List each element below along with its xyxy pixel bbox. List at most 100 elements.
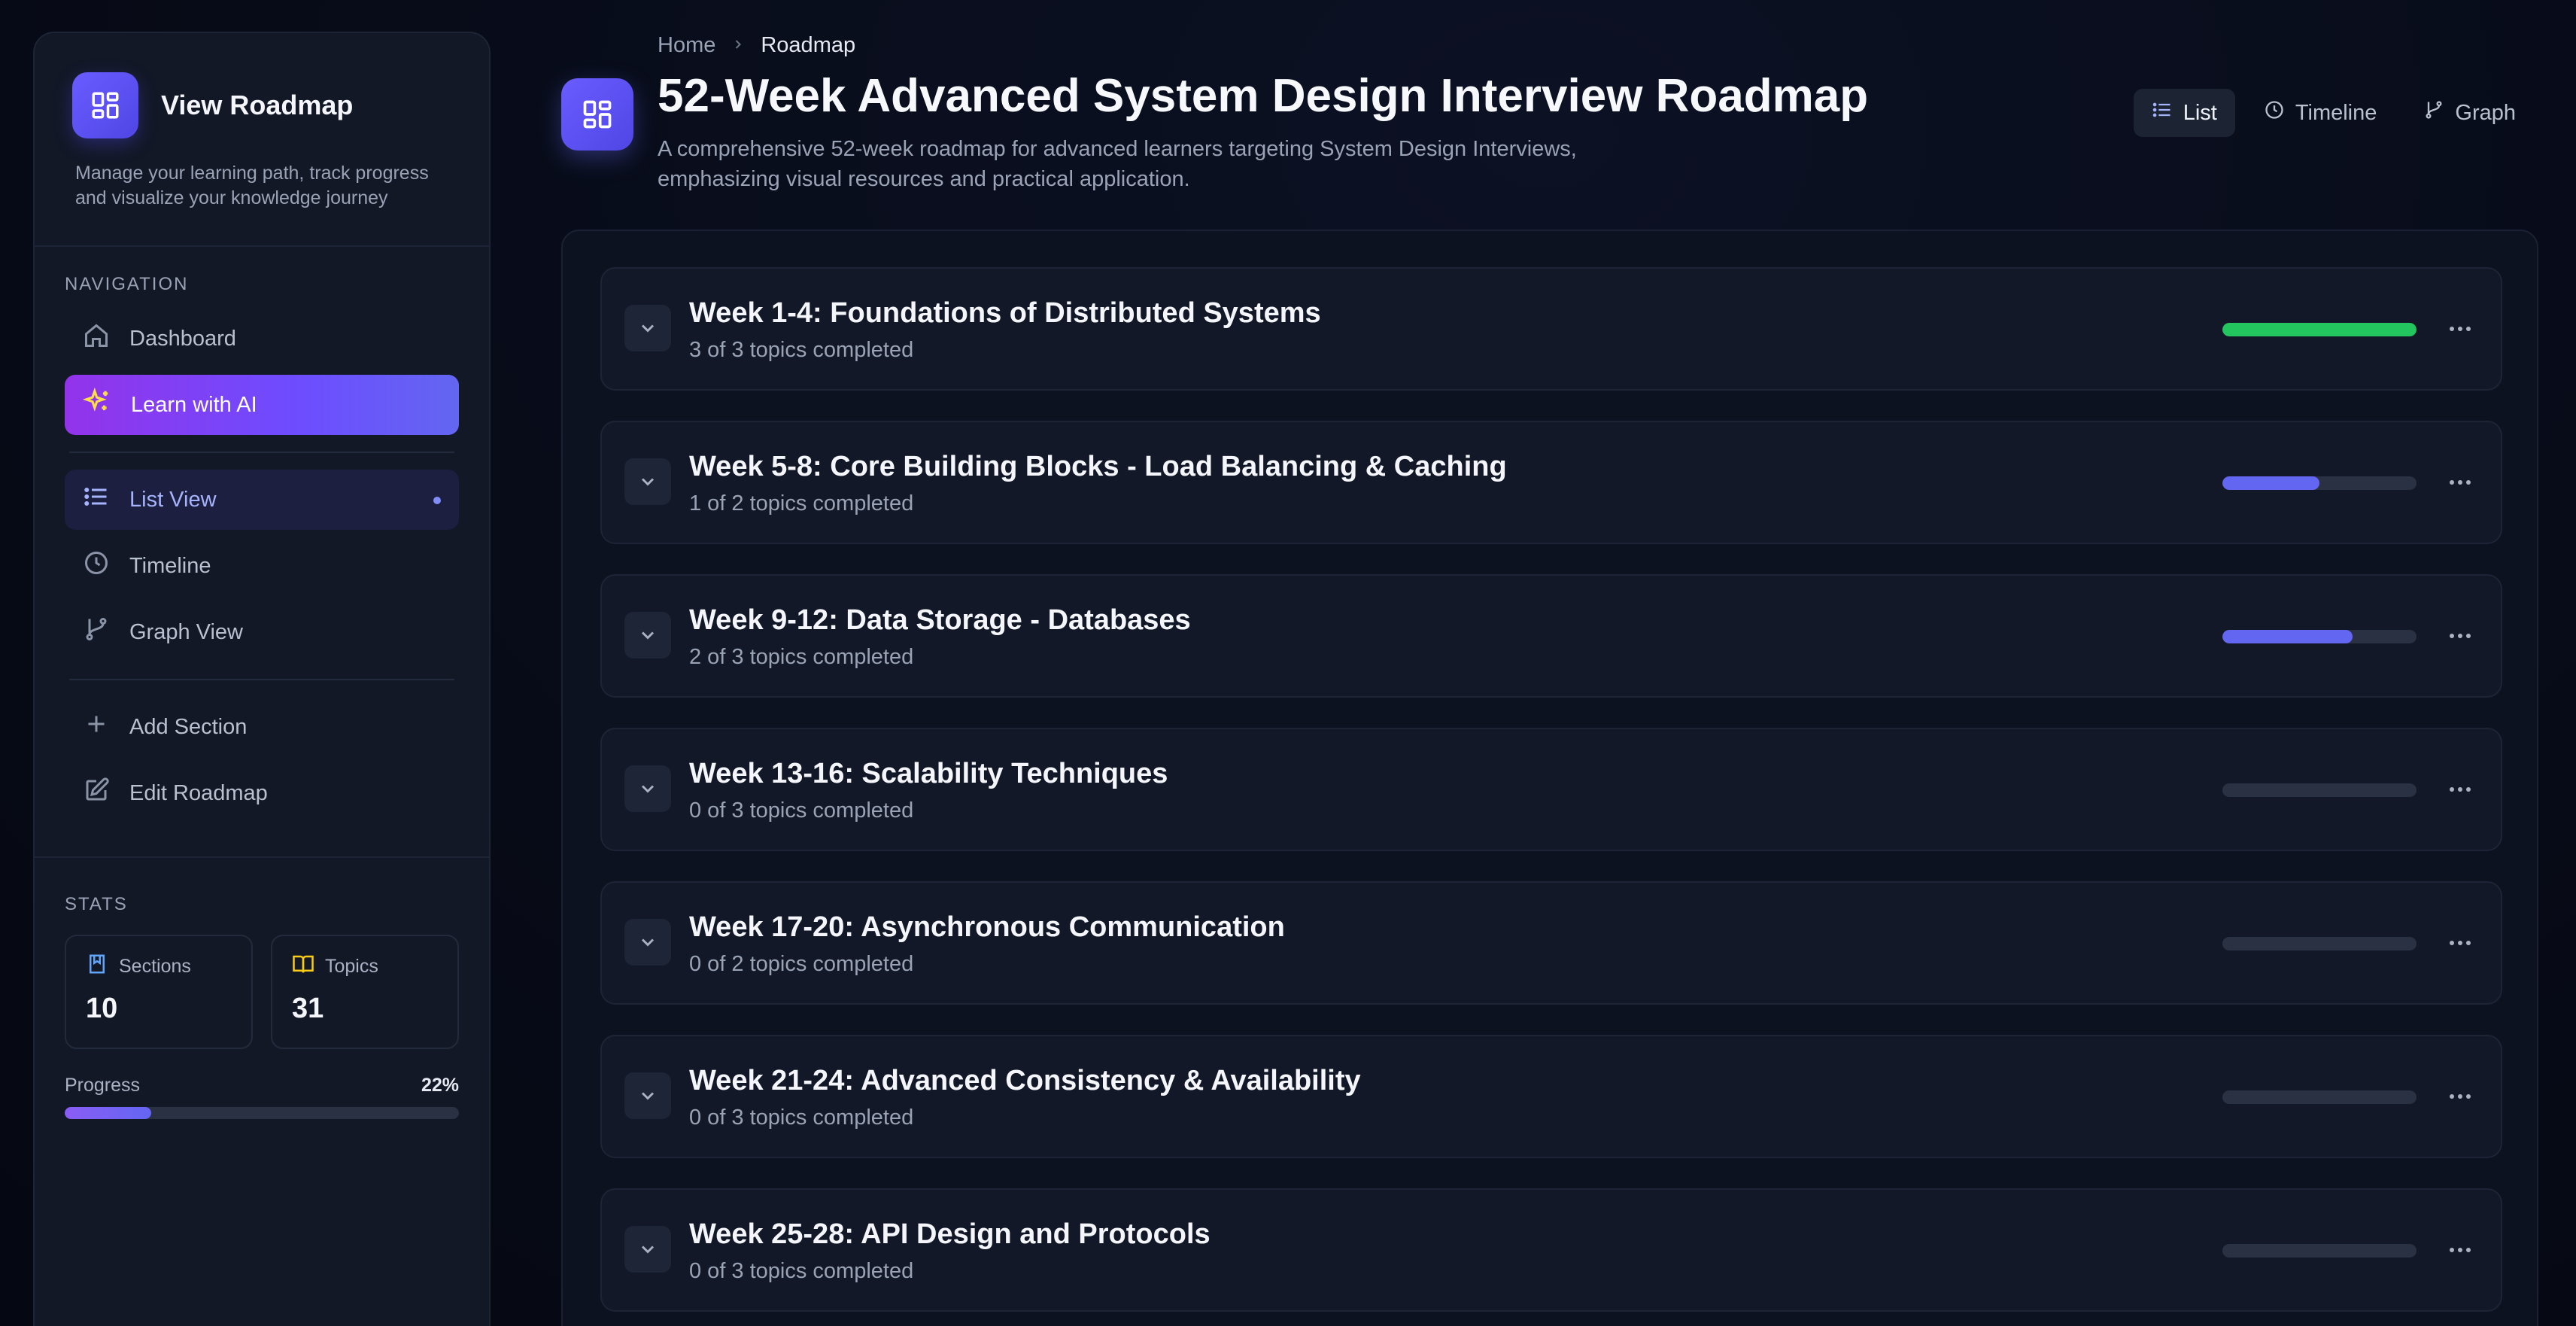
nav-timeline-label: Timeline <box>129 553 211 578</box>
section-title: Week 1-4: Foundations of Distributed Sys… <box>689 297 1321 329</box>
page-description: A comprehensive 52-week roadmap for adva… <box>658 137 1577 191</box>
git-branch-icon <box>83 616 110 649</box>
section-card[interactable]: Week 17-20: Asynchronous Communication 0… <box>600 881 2502 1005</box>
more-horizontal-icon[interactable] <box>2442 1080 2478 1113</box>
view-timeline-button[interactable]: Timeline <box>2246 89 2395 137</box>
sections-stat-label: Sections <box>119 956 191 977</box>
list-icon <box>83 483 110 516</box>
breadcrumb-home[interactable]: Home <box>658 33 715 58</box>
navigation-label: NAVIGATION <box>65 274 189 294</box>
chevron-down-icon[interactable] <box>624 458 671 505</box>
overall-progress-bar <box>65 1107 459 1119</box>
progress-value: 22% <box>421 1075 459 1096</box>
section-status: 2 of 3 topics completed <box>689 645 914 669</box>
more-horizontal-icon[interactable] <box>2442 1233 2478 1267</box>
stats-panel: STATS Sections 10 Topics 31 Progress 22% <box>35 856 489 1119</box>
chevron-down-icon[interactable] <box>624 1226 671 1273</box>
roadmap-logo-icon <box>72 72 138 138</box>
nav-list-view[interactable]: List View <box>65 470 459 530</box>
app-root: View Roadmap Manage your learning path, … <box>0 0 2576 1326</box>
topics-stat-label: Topics <box>325 956 378 977</box>
nav-edit-roadmap[interactable]: Edit Roadmap <box>65 763 459 823</box>
active-indicator-dot <box>433 497 441 504</box>
view-switcher: List Timeline Graph <box>2133 89 2534 137</box>
section-progress-fill <box>2222 630 2353 643</box>
more-horizontal-icon[interactable] <box>2442 466 2478 499</box>
section-card[interactable]: Week 13-16: Scalability Techniques 0 of … <box>600 728 2502 851</box>
sections-stat-card: Sections 10 <box>65 935 253 1049</box>
sections-stat-value: 10 <box>86 993 118 1024</box>
section-title: Week 25-28: API Design and Protocols <box>689 1218 1211 1250</box>
git-branch-icon <box>2423 99 2444 126</box>
sidebar-divider <box>69 452 454 453</box>
roadmap-logo-icon <box>561 78 633 151</box>
topics-stat-value: 31 <box>292 993 324 1024</box>
sidebar-header: View Roadmap Manage your learning path, … <box>35 33 489 247</box>
chevron-down-icon[interactable] <box>624 919 671 966</box>
list-icon <box>2152 99 2173 126</box>
more-horizontal-icon[interactable] <box>2442 619 2478 652</box>
section-progress-bar <box>2222 937 2417 950</box>
nav-dashboard[interactable]: Dashboard <box>65 309 459 369</box>
view-list-button[interactable]: List <box>2133 89 2235 137</box>
chevron-down-icon[interactable] <box>624 765 671 812</box>
overall-progress-fill <box>65 1107 152 1119</box>
chevron-right-icon <box>731 33 746 58</box>
nav-timeline[interactable]: Timeline <box>65 536 459 596</box>
section-progress-bar <box>2222 1090 2417 1104</box>
nav-dashboard-label: Dashboard <box>129 326 236 351</box>
section-progress-bar <box>2222 783 2417 797</box>
nav-edit-roadmap-label: Edit Roadmap <box>129 780 268 805</box>
section-card[interactable]: Week 5-8: Core Building Blocks - Load Ba… <box>600 421 2502 544</box>
section-status: 1 of 2 topics completed <box>689 491 914 515</box>
more-horizontal-icon[interactable] <box>2442 312 2478 345</box>
section-card[interactable]: Week 25-28: API Design and Protocols 0 o… <box>600 1188 2502 1312</box>
open-book-icon <box>292 953 314 981</box>
sidebar-divider <box>69 679 454 680</box>
sections-panel: Week 1-4: Foundations of Distributed Sys… <box>561 230 2538 1326</box>
section-progress-bar <box>2222 323 2417 336</box>
view-graph-button[interactable]: Graph <box>2405 89 2534 137</box>
section-progress-fill <box>2222 476 2319 490</box>
section-status: 0 of 3 topics completed <box>689 1106 914 1130</box>
nav-learn-with-ai-label: Learn with AI <box>131 392 257 417</box>
breadcrumb: Home Roadmap <box>658 33 855 58</box>
section-title: Week 13-16: Scalability Techniques <box>689 758 1168 789</box>
progress-label: Progress <box>65 1075 141 1096</box>
nav-add-section-label: Add Section <box>129 714 248 739</box>
topics-stat-card: Topics 31 <box>271 935 459 1049</box>
sidebar-description: Manage your learning path, track progres… <box>75 163 429 208</box>
view-timeline-label: Timeline <box>2295 100 2377 125</box>
nav-learn-with-ai[interactable]: Learn with AI <box>65 375 459 435</box>
sparkles-icon <box>82 387 111 422</box>
section-card[interactable]: Week 1-4: Foundations of Distributed Sys… <box>600 267 2502 391</box>
nav-graph-view[interactable]: Graph View <box>65 602 459 662</box>
edit-icon <box>83 777 110 810</box>
nav-list-view-label: List View <box>129 487 217 512</box>
chevron-down-icon[interactable] <box>624 612 671 658</box>
nav-graph-view-label: Graph View <box>129 619 243 644</box>
breadcrumb-current: Roadmap <box>761 33 856 57</box>
view-graph-label: Graph <box>2455 100 2516 125</box>
more-horizontal-icon[interactable] <box>2442 773 2478 806</box>
view-list-label: List <box>2183 100 2217 125</box>
section-title: Week 9-12: Data Storage - Databases <box>689 604 1191 636</box>
section-title: Week 5-8: Core Building Blocks - Load Ba… <box>689 451 1507 482</box>
section-progress-bar <box>2222 1244 2417 1258</box>
chevron-down-icon[interactable] <box>624 1072 671 1119</box>
section-card[interactable]: Week 9-12: Data Storage - Databases 2 of… <box>600 574 2502 698</box>
section-title: Week 21-24: Advanced Consistency & Avail… <box>689 1065 1361 1096</box>
section-card[interactable]: Week 21-24: Advanced Consistency & Avail… <box>600 1035 2502 1158</box>
bookmark-book-icon <box>86 953 108 981</box>
more-horizontal-icon[interactable] <box>2442 926 2478 960</box>
home-icon <box>83 322 110 355</box>
section-status: 0 of 3 topics completed <box>689 798 914 823</box>
page-title: 52-Week Advanced System Design Interview… <box>658 70 1869 122</box>
section-title: Week 17-20: Asynchronous Communication <box>689 911 1285 943</box>
plus-icon <box>83 710 110 744</box>
nav-add-section[interactable]: Add Section <box>65 697 459 757</box>
section-status: 0 of 2 topics completed <box>689 952 914 976</box>
section-progress-fill <box>2222 323 2417 336</box>
chevron-down-icon[interactable] <box>624 305 671 351</box>
page-header: Home Roadmap 52-Week Advanced System Des… <box>561 33 2576 199</box>
